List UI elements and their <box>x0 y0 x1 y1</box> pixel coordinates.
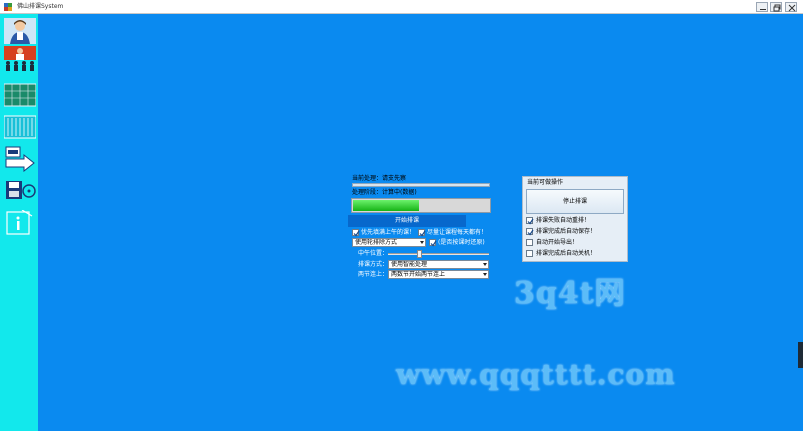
restore-hours-checkbox[interactable] <box>429 239 437 247</box>
option-auto-save[interactable]: 排课完成后自动保存！ <box>526 228 597 236</box>
watermark-url: www.qqqtttt.com <box>396 358 676 391</box>
checkmark-icon <box>353 230 360 237</box>
close-button[interactable] <box>785 2 797 12</box>
progress-bar <box>351 198 491 213</box>
slider-line <box>388 253 489 255</box>
auto-retry-checkbox[interactable] <box>526 217 534 225</box>
status-bar <box>352 183 490 187</box>
checkmark-icon <box>430 240 437 247</box>
progress-fill <box>353 200 419 211</box>
status-label: 当前处理：请支先察 <box>352 175 407 182</box>
sort-mode-label: 排课方式： <box>358 261 389 268</box>
edge-resize-handle[interactable] <box>798 342 803 368</box>
checkmark-icon <box>527 229 534 236</box>
save-disk-icon <box>6 181 36 199</box>
restore-button[interactable] <box>770 2 782 12</box>
option-auto-retry[interactable]: 排课失败自动重排！ <box>526 217 591 225</box>
option-auto-export[interactable]: 自动开始导出！ <box>526 239 578 246</box>
connect-label: 两节连上： <box>358 271 389 278</box>
daily-course-checkbox[interactable] <box>418 229 426 237</box>
sidebar <box>0 14 38 431</box>
slider-thumb[interactable] <box>417 250 422 258</box>
fill-morning-checkbox[interactable] <box>352 229 360 237</box>
stop-scheduling-button[interactable]: 停止排课 <box>526 189 624 214</box>
option-label: 排课完成后自动关机！ <box>536 250 597 257</box>
sidebar-item-info[interactable] <box>4 210 36 236</box>
option-auto-shutdown[interactable]: 排课完成后自动关机！ <box>526 250 596 257</box>
schedule-grid-icon <box>4 115 36 139</box>
checkmark-icon <box>419 230 426 237</box>
auto-save-checkbox[interactable] <box>526 228 534 236</box>
watermark-logo: 3q4t网 <box>514 276 626 311</box>
window-titlebar: 佛山排课System <box>0 0 803 14</box>
sidebar-item-save[interactable] <box>4 178 36 204</box>
option-label: 自动开始导出！ <box>536 239 579 246</box>
panel-title: 当前可做操作 <box>527 179 564 186</box>
sidebar-item-export[interactable] <box>4 146 36 172</box>
auto-shutdown-checkbox[interactable] <box>526 250 533 257</box>
connect-select[interactable]: 两数节开始两节连上 <box>388 270 489 279</box>
sidebar-item-classes[interactable] <box>4 82 36 108</box>
app-icon <box>3 2 13 12</box>
teacher-icon <box>4 18 36 44</box>
sidebar-item-teacher[interactable] <box>4 18 36 44</box>
chevron-down-icon <box>483 263 487 266</box>
middle-position-slider[interactable] <box>388 250 489 258</box>
info-icon <box>6 210 33 235</box>
connect-value: 两数节开始两节连上 <box>391 271 446 278</box>
export-icon <box>5 146 35 172</box>
method-select[interactable]: 使用轮排除方式 <box>352 238 426 247</box>
chevron-down-icon <box>420 241 424 244</box>
auto-export-checkbox[interactable] <box>526 239 533 246</box>
minimize-icon <box>760 9 766 10</box>
window-title: 佛山排课System <box>17 3 64 10</box>
fill-morning-label: 优先填满上午的课！ <box>361 229 416 236</box>
option-label: 排课完成后自动保存！ <box>536 228 597 235</box>
sort-mode-value: 使用智能处理 <box>391 261 428 268</box>
start-scheduling-button[interactable]: 开始排课 <box>348 215 466 227</box>
sidebar-item-class-teacher[interactable] <box>4 46 36 72</box>
method-select-value: 使用轮排除方式 <box>355 239 398 246</box>
restore-icon <box>773 4 781 12</box>
close-icon <box>788 4 796 12</box>
checkmark-icon <box>527 218 534 225</box>
chevron-down-icon <box>483 273 487 276</box>
sidebar-item-schedule[interactable] <box>4 114 36 140</box>
processing-label: 处理阶段：计算中(数据) <box>352 189 417 196</box>
sort-mode-select[interactable]: 使用智能处理 <box>388 260 489 269</box>
middle-position-label: 中午位置： <box>358 250 389 257</box>
operations-panel: 当前可做操作 停止排课 排课失败自动重排！ 排课完成后自动保存！ 自动开始导出！… <box>522 176 628 262</box>
class-teacher-icon <box>4 46 36 71</box>
daily-course-label: 尽量让课程每天都有！ <box>427 229 488 236</box>
restore-hours-label: (是否按课时还原) <box>438 239 485 246</box>
classes-grid-icon <box>4 83 36 107</box>
option-label: 排课失败自动重排！ <box>536 217 591 224</box>
minimize-button[interactable] <box>756 2 768 12</box>
